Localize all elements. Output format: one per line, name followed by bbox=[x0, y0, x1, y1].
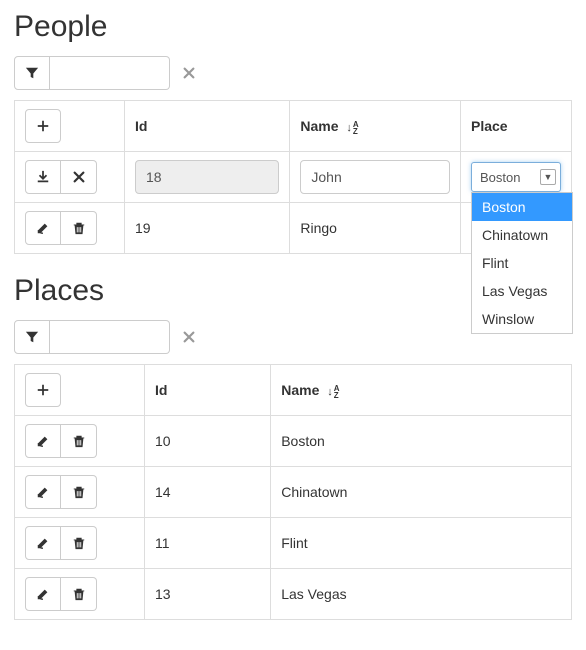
trash-icon bbox=[72, 587, 86, 601]
row-edit-button[interactable] bbox=[25, 211, 61, 245]
cell-id: 10 bbox=[145, 416, 271, 467]
cell-id: 14 bbox=[145, 467, 271, 518]
trash-icon bbox=[72, 221, 86, 235]
close-icon bbox=[182, 66, 196, 80]
trash-icon bbox=[72, 485, 86, 499]
table-row: 13 Las Vegas bbox=[15, 569, 572, 620]
chevron-down-icon: ▼ bbox=[540, 169, 556, 185]
people-filter-button[interactable] bbox=[14, 56, 50, 90]
cell-id: 19 bbox=[125, 203, 290, 254]
people-place-dropdown: Boston Chinatown Flint Las Vegas Winslow bbox=[471, 192, 573, 334]
plus-icon bbox=[36, 119, 50, 133]
people-title: People bbox=[14, 10, 572, 44]
dropdown-option[interactable]: Winslow bbox=[472, 305, 572, 333]
trash-icon bbox=[72, 434, 86, 448]
row-delete-button[interactable] bbox=[61, 424, 97, 458]
people-add-button[interactable] bbox=[25, 109, 61, 143]
row-edit-button[interactable] bbox=[25, 475, 61, 509]
places-filter-input[interactable] bbox=[50, 320, 170, 354]
places-table: Id Name ↓AZ 10 Boston bbox=[14, 364, 572, 620]
cell-name: Chinatown bbox=[271, 467, 572, 518]
places-col-name-label: Name bbox=[281, 382, 319, 398]
plus-icon bbox=[36, 383, 50, 397]
people-col-place[interactable]: Place bbox=[460, 101, 571, 152]
people-edit-row: Boston ▼ Boston Chinatown Flint Las Vega… bbox=[15, 152, 572, 203]
people-edit-place-select[interactable]: Boston ▼ Boston Chinatown Flint Las Vega… bbox=[471, 162, 561, 192]
dropdown-option[interactable]: Chinatown bbox=[472, 221, 572, 249]
cell-name: Las Vegas bbox=[271, 569, 572, 620]
filter-icon bbox=[25, 330, 39, 344]
pencil-icon bbox=[36, 434, 50, 448]
cell-id: 11 bbox=[145, 518, 271, 569]
row-delete-button[interactable] bbox=[61, 577, 97, 611]
pencil-icon bbox=[36, 536, 50, 550]
pencil-icon bbox=[36, 221, 50, 235]
table-row: 11 Flint bbox=[15, 518, 572, 569]
dropdown-option[interactable]: Las Vegas bbox=[472, 277, 572, 305]
people-filter-clear[interactable] bbox=[170, 56, 208, 90]
row-delete-button[interactable] bbox=[61, 526, 97, 560]
places-col-name[interactable]: Name ↓AZ bbox=[271, 365, 572, 416]
dropdown-option[interactable]: Flint bbox=[472, 249, 572, 277]
people-save-button[interactable] bbox=[25, 160, 61, 194]
dropdown-option[interactable]: Boston bbox=[472, 193, 572, 221]
table-row: 14 Chinatown bbox=[15, 467, 572, 518]
places-filter-clear[interactable] bbox=[170, 320, 208, 354]
people-edit-name-input[interactable] bbox=[300, 160, 450, 194]
people-filter-input[interactable] bbox=[50, 56, 170, 90]
places-filter-button[interactable] bbox=[14, 320, 50, 354]
filter-icon bbox=[25, 66, 39, 80]
download-icon bbox=[36, 170, 50, 184]
trash-icon bbox=[72, 536, 86, 550]
close-icon bbox=[182, 330, 196, 344]
pencil-icon bbox=[36, 587, 50, 601]
pencil-icon bbox=[36, 485, 50, 499]
people-col-id[interactable]: Id bbox=[125, 101, 290, 152]
cell-name: Ringo bbox=[290, 203, 461, 254]
people-col-name-label: Name bbox=[300, 118, 338, 134]
row-delete-button[interactable] bbox=[61, 475, 97, 509]
places-col-id[interactable]: Id bbox=[145, 365, 271, 416]
row-edit-button[interactable] bbox=[25, 577, 61, 611]
people-filter-bar bbox=[14, 56, 572, 90]
people-section: People Id Name ↓A bbox=[14, 10, 572, 254]
table-row: 10 Boston bbox=[15, 416, 572, 467]
cell-name: Flint bbox=[271, 518, 572, 569]
row-edit-button[interactable] bbox=[25, 526, 61, 560]
people-edit-id-input bbox=[135, 160, 279, 194]
people-edit-place-value: Boston bbox=[480, 170, 520, 185]
row-edit-button[interactable] bbox=[25, 424, 61, 458]
people-cancel-button[interactable] bbox=[61, 160, 97, 194]
people-table: Id Name ↓AZ Place bbox=[14, 100, 572, 254]
people-col-name[interactable]: Name ↓AZ bbox=[290, 101, 461, 152]
sort-asc-icon: ↓AZ bbox=[327, 385, 339, 399]
row-delete-button[interactable] bbox=[61, 211, 97, 245]
sort-asc-icon: ↓AZ bbox=[346, 121, 358, 135]
cell-name: Boston bbox=[271, 416, 572, 467]
close-icon bbox=[72, 170, 86, 184]
cell-id: 13 bbox=[145, 569, 271, 620]
places-add-button[interactable] bbox=[25, 373, 61, 407]
